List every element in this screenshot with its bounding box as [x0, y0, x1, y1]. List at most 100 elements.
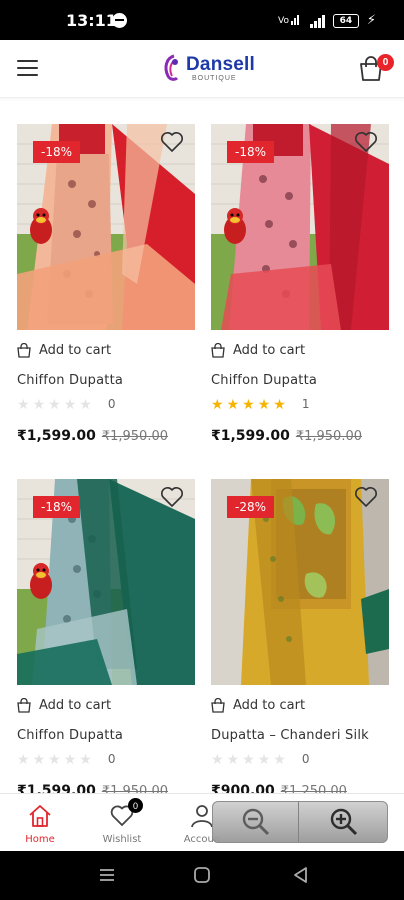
- product-card[interactable]: -18% Add to cart Chiffon Dupatta ★ ★ ★ ★ ★ 0…: [17, 479, 195, 793]
- rating-count: 1: [301, 397, 310, 411]
- rating-stars: ★ ★ ★ ★ ★: [17, 397, 92, 411]
- star-icon: ★: [257, 751, 271, 767]
- star-icon: ★: [48, 751, 61, 767]
- star-icon: ★: [48, 396, 61, 412]
- cart-count-badge: 0: [377, 54, 394, 71]
- star-icon: ★: [211, 751, 224, 767]
- add-to-cart-label: Add to cart: [233, 698, 306, 713]
- add-to-cart-label: Add to cart: [39, 698, 112, 713]
- rating-stars: ★ ★ ★ ★ ★: [17, 752, 92, 766]
- star-icon: ★: [63, 751, 77, 767]
- home-icon: [27, 803, 53, 829]
- star-icon: ★: [32, 396, 46, 412]
- star-icon: ★: [242, 751, 255, 767]
- discount-badge: -18%: [33, 496, 81, 518]
- chat-notification-icon: [112, 13, 127, 28]
- product-name[interactable]: Dupatta – Chanderi Silk: [211, 728, 369, 743]
- product-rating: ★ ★ ★ ★ ★ 0: [211, 752, 309, 766]
- zoom-out-icon: [242, 808, 269, 836]
- original-price: ₹1,250.00: [280, 784, 347, 793]
- add-to-cart-button[interactable]: Add to cart: [17, 698, 111, 713]
- discount-badge: -18%: [227, 141, 275, 163]
- rating-stars: ★ ★ ★ ★ ★: [211, 397, 286, 411]
- add-to-cart-button[interactable]: Add to cart: [211, 343, 305, 358]
- product-image[interactable]: -28%: [211, 479, 389, 685]
- original-price: ₹1,950.00: [101, 429, 168, 444]
- charging-icon: ⚡: [366, 13, 376, 28]
- product-rating: ★ ★ ★ ★ ★ 0: [17, 752, 115, 766]
- original-price: ₹1,950.00: [101, 784, 168, 793]
- star-icon: ★: [63, 396, 77, 412]
- product-price: ₹900.00 ₹1,250.00: [211, 783, 347, 793]
- nav-home-label: Home: [25, 834, 55, 845]
- original-price: ₹1,950.00: [295, 429, 362, 444]
- add-to-cart-label: Add to cart: [39, 343, 112, 358]
- zoom-in-button[interactable]: [301, 802, 387, 842]
- star-icon: ★: [79, 396, 92, 412]
- logo[interactable]: Dansell BOUTIQUE: [160, 54, 255, 82]
- wishlist-heart-icon[interactable]: [160, 486, 184, 508]
- add-to-cart-label: Add to cart: [233, 343, 306, 358]
- star-icon: ★: [17, 751, 30, 767]
- status-icons: Vo 64 ⚡: [278, 12, 376, 29]
- battery-icon: 64: [332, 13, 359, 28]
- product-card[interactable]: -28% Add to cart Dupatta – Chanderi Silk…: [211, 479, 389, 793]
- app-header: Dansell BOUTIQUE 0: [0, 40, 404, 98]
- zoom-in-icon: [330, 808, 358, 836]
- product-name[interactable]: Chiffon Dupatta: [17, 373, 123, 388]
- product-card[interactable]: -18% Add to cart Chiffon Dupatta ★ ★ ★ ★ ★ 0…: [17, 124, 195, 444]
- star-icon: ★: [242, 396, 255, 412]
- add-to-cart-button[interactable]: Add to cart: [211, 698, 305, 713]
- product-rating: ★ ★ ★ ★ ★ 1: [211, 397, 309, 411]
- sale-price: ₹900.00: [211, 783, 275, 793]
- nav-wishlist[interactable]: 0 Wishlist: [82, 794, 162, 852]
- product-image[interactable]: -18%: [211, 124, 389, 330]
- logo-subtitle: BOUTIQUE: [192, 74, 237, 82]
- product-image[interactable]: -18%: [17, 124, 195, 330]
- wishlist-count-badge: 0: [128, 798, 143, 813]
- star-icon: ★: [32, 751, 46, 767]
- nav-home[interactable]: Home: [0, 794, 80, 852]
- sale-price: ₹1,599.00: [17, 783, 96, 793]
- status-time: 13:11: [66, 11, 117, 30]
- system-navigation-bar: [0, 851, 404, 900]
- star-icon: ★: [17, 396, 30, 412]
- bag-icon: [17, 343, 31, 358]
- logo-name: Dansell: [186, 53, 255, 75]
- rating-count: 0: [301, 752, 310, 766]
- rating-count: 0: [107, 397, 116, 411]
- product-price: ₹1,599.00 ₹1,950.00: [211, 428, 362, 444]
- bag-icon: [211, 698, 225, 713]
- signal-icon: [309, 14, 325, 28]
- product-card[interactable]: -18% Add to cart Chiffon Dupatta ★ ★ ★ ★ ★ 1…: [211, 124, 389, 444]
- zoom-out-button[interactable]: [213, 802, 299, 842]
- back-icon[interactable]: [291, 865, 309, 890]
- logo-mark-icon: [160, 54, 182, 82]
- star-icon: ★: [226, 751, 240, 767]
- star-icon: ★: [257, 396, 271, 412]
- zoom-controls: [212, 801, 388, 843]
- product-name[interactable]: Chiffon Dupatta: [211, 373, 317, 388]
- product-grid: -18% Add to cart Chiffon Dupatta ★ ★ ★ ★ ★ 0…: [0, 98, 404, 793]
- menu-icon[interactable]: [17, 60, 38, 77]
- product-price: ₹1,599.00 ₹1,950.00: [17, 783, 168, 793]
- bag-icon: [17, 698, 31, 713]
- recent-apps-icon[interactable]: [98, 865, 116, 890]
- wishlist-heart-icon[interactable]: [354, 486, 378, 508]
- product-image[interactable]: -18%: [17, 479, 195, 685]
- home-button-icon[interactable]: [193, 865, 211, 890]
- rating-count: 0: [107, 752, 116, 766]
- wishlist-heart-icon[interactable]: [354, 131, 378, 153]
- cart-button[interactable]: 0: [358, 54, 394, 84]
- discount-badge: -18%: [33, 141, 81, 163]
- star-icon: ★: [226, 396, 240, 412]
- discount-badge: -28%: [227, 496, 275, 518]
- star-icon: ★: [79, 751, 92, 767]
- volte-icon: Vo: [278, 12, 302, 29]
- product-name[interactable]: Chiffon Dupatta: [17, 728, 123, 743]
- heart-icon: 0: [109, 798, 143, 829]
- bag-icon: [211, 343, 225, 358]
- add-to-cart-button[interactable]: Add to cart: [17, 343, 111, 358]
- wishlist-heart-icon[interactable]: [160, 131, 184, 153]
- star-icon: ★: [273, 751, 286, 767]
